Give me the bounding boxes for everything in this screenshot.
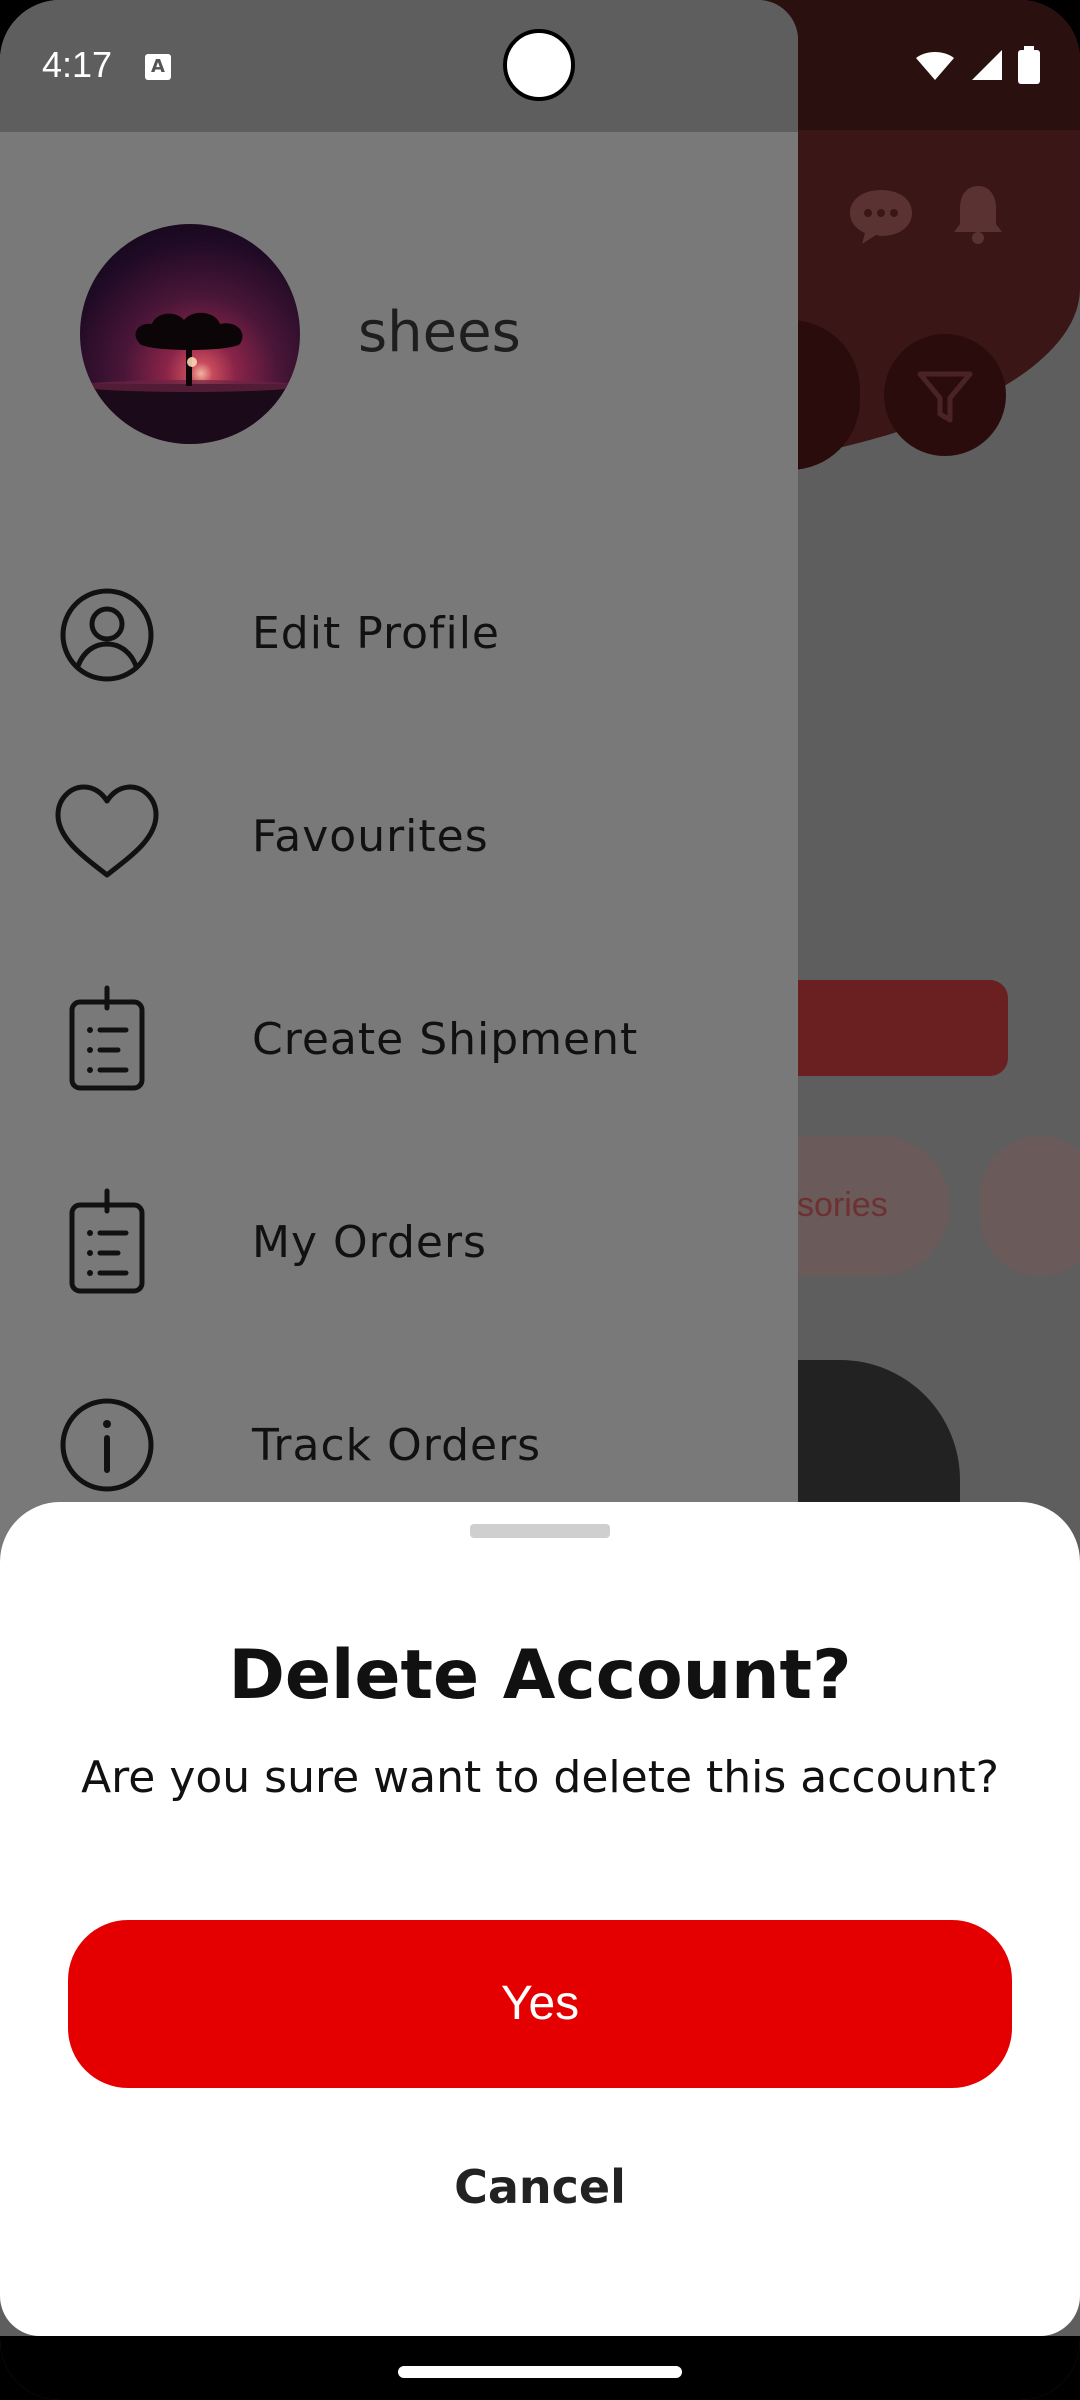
keyboard-indicator-icon: A	[145, 54, 171, 80]
filter-icon	[917, 371, 973, 423]
person-circle-icon	[60, 588, 154, 682]
status-time: 4:17	[42, 44, 113, 85]
status-icons	[914, 46, 1040, 84]
notification-bell-icon	[954, 186, 1002, 244]
sheet-message: Are you sure want to delete this account…	[81, 1752, 999, 1803]
avatar[interactable]	[80, 224, 300, 444]
chat-icon	[850, 190, 912, 244]
home-gesture-handle[interactable]	[398, 2366, 682, 2378]
drawer-item-label: Track Orders	[252, 1420, 542, 1471]
battery-icon	[1018, 46, 1040, 84]
system-navigation-bar	[0, 2336, 1080, 2400]
tree-sunset-image	[80, 312, 300, 444]
drawer-item-create-shipment[interactable]: Create Shipment	[0, 938, 798, 1138]
background-filter-button	[884, 334, 1006, 456]
drawer-item-label: Favourites	[252, 811, 489, 862]
delete-account-sheet: Delete Account? Are you sure want to del…	[0, 1502, 1080, 2336]
system-status-bar: 4:17 A	[0, 0, 1080, 130]
drawer-item-my-orders[interactable]: My Orders	[0, 1141, 798, 1341]
clipboard-icon	[69, 985, 145, 1091]
camera-cutout	[503, 29, 575, 101]
background-category-chip	[980, 1136, 1080, 1276]
drawer-item-label: Create Shipment	[252, 1014, 639, 1065]
navigation-drawer: shees Edit Profile Favourites Create Shi…	[0, 0, 798, 1600]
drawer-item-label: Edit Profile	[252, 608, 501, 659]
wifi-icon	[916, 52, 954, 80]
yes-button[interactable]: Yes	[68, 1920, 1012, 2088]
phone-screen: ssories shees Edit Profile Favourites Cr…	[0, 0, 1080, 2400]
drawer-item-favourites[interactable]: Favourites	[0, 735, 798, 935]
info-icon	[60, 1398, 154, 1492]
clipboard-icon	[69, 1188, 145, 1294]
signal-icon	[972, 50, 1002, 80]
sheet-title: Delete Account?	[228, 1636, 852, 1715]
drawer-item-label: My Orders	[252, 1217, 487, 1268]
sheet-drag-handle[interactable]	[470, 1524, 610, 1538]
cancel-button[interactable]: Cancel	[340, 2122, 740, 2252]
heart-icon	[55, 784, 159, 878]
drawer-item-edit-profile[interactable]: Edit Profile	[0, 532, 798, 732]
user-name: shees	[358, 300, 521, 365]
